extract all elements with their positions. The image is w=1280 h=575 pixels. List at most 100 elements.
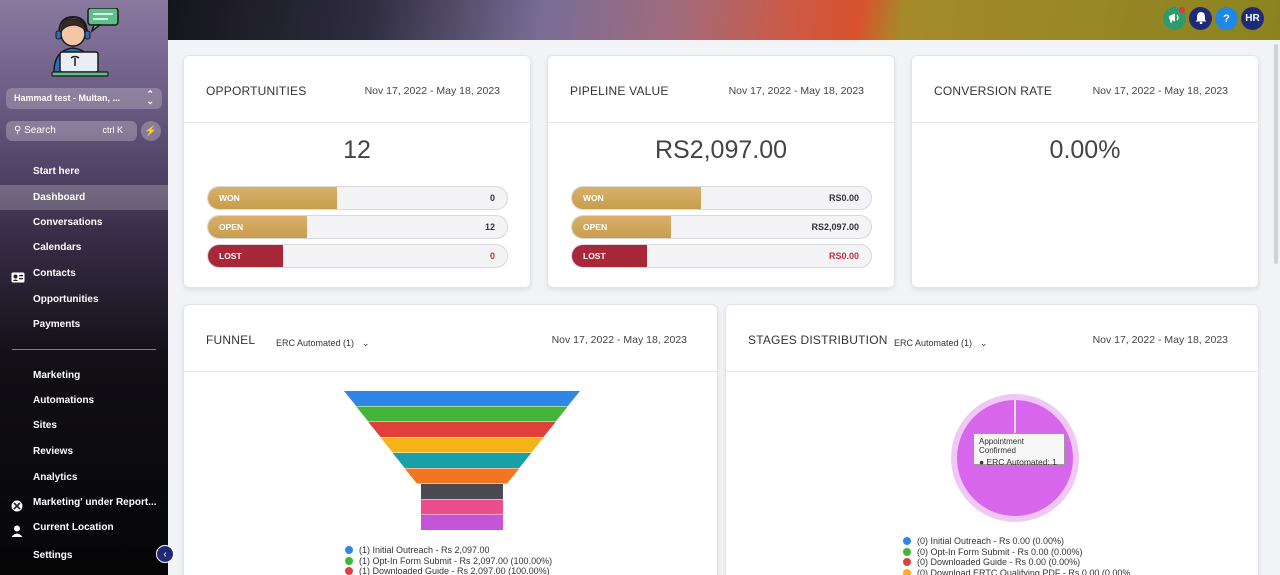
pipeline-select[interactable]: ERC Automated (1) ⌄	[276, 338, 370, 349]
help-icon: ?	[1223, 12, 1230, 25]
card-title: PIPELINE VALUE	[570, 84, 669, 98]
date-range: Nov 17, 2022 - May 18, 2023	[551, 334, 687, 346]
legend-dot-icon	[345, 556, 353, 565]
sidebar-item-automations[interactable]: Automations	[0, 388, 168, 413]
sidebar-item-start-here[interactable]: Start here	[0, 159, 168, 184]
user-avatar[interactable]: HR	[1241, 7, 1264, 30]
legend-item[interactable]: (1) Initial Outreach - Rs 2,097.00	[345, 545, 552, 556]
legend-dot-icon	[345, 546, 353, 554]
sidebar-item-opportunities[interactable]: Opportunities	[0, 287, 168, 312]
sidebar-item-label: Sites	[33, 420, 57, 431]
sidebar: Hammad test - Multan, ... ⌃ ⌄ ⚲ Search ct…	[0, 0, 168, 575]
pipeline-select[interactable]: ERC Automated (1) ⌄	[894, 338, 988, 349]
funnel-layer[interactable]	[421, 484, 503, 499]
sidebar-item-reviews[interactable]: Reviews	[0, 439, 168, 464]
pipeline-value-card: PIPELINE VALUE Nov 17, 2022 - May 18, 20…	[547, 55, 895, 288]
collapse-sidebar-button[interactable]: ‹	[156, 545, 174, 563]
legend-item[interactable]: (1) Downloaded Guide - Rs 2,097.00 (100.…	[345, 566, 552, 575]
chevron-updown-icon: ⌃ ⌄	[146, 89, 154, 106]
agency-logo	[48, 7, 120, 78]
sidebar-item-dashboard[interactable]: Dashboard	[0, 185, 168, 210]
legend-item[interactable]: (0) Opt-In Form Submit - Rs 0.00 (0.00%)	[903, 547, 1130, 558]
account-name: Hammad test - Multan, ...	[14, 93, 121, 103]
avatar-initials: HR	[1245, 13, 1260, 24]
search-input[interactable]: ⚲ Search ctrl K	[6, 121, 137, 141]
won-bar: WON RS0.00	[571, 186, 872, 210]
megaphone-icon	[1168, 12, 1181, 26]
top-header: ? HR	[168, 0, 1280, 40]
quick-action-button[interactable]: ⚡	[141, 121, 161, 141]
open-bar: OPEN RS2,097.00	[571, 215, 872, 239]
sidebar-item-current-location[interactable]: Current Location	[0, 515, 168, 540]
conversion-rate-card: CONVERSION RATE Nov 17, 2022 - May 18, 2…	[911, 55, 1259, 288]
legend-dot-icon	[903, 547, 911, 556]
funnel-chart	[344, 391, 580, 530]
announcements-button[interactable]	[1163, 7, 1186, 30]
sidebar-item-label: Conversations	[33, 217, 103, 228]
legend-item[interactable]: (0) Downloaded Guide - Rs 0.00 (0.00%)	[903, 557, 1130, 568]
sidebar-item-label: Reviews	[33, 446, 74, 457]
sidebar-item-marketing-report[interactable]: Marketing' under Report...	[0, 490, 168, 515]
sidebar-item-analytics[interactable]: Analytics	[0, 465, 168, 490]
sidebar-item-label: Settings	[33, 550, 73, 561]
legend-dot-icon	[903, 568, 911, 575]
sidebar-item-label: Contacts	[33, 268, 76, 279]
contact-card-icon	[11, 268, 25, 283]
card-divider	[912, 122, 1258, 123]
date-range: Nov 17, 2022 - May 18, 2023	[1092, 85, 1228, 97]
xbox-logo-icon	[11, 497, 25, 512]
sidebar-item-payments[interactable]: Payments	[0, 312, 168, 337]
date-range: Nov 17, 2022 - May 18, 2023	[364, 85, 500, 97]
pipeline-total: RS2,097.00	[654, 136, 788, 164]
bar-value: RS2,097.00	[811, 222, 859, 232]
help-button[interactable]: ?	[1215, 7, 1238, 30]
opportunities-total: 12	[343, 136, 371, 164]
bell-icon	[1195, 11, 1207, 27]
sidebar-item-marketing[interactable]: Marketing	[0, 363, 168, 388]
sidebar-item-conversations[interactable]: Conversations	[0, 210, 168, 235]
tooltip-value: ● ERC Automated: 1	[979, 457, 1057, 467]
legend-item[interactable]: (0) Initial Outreach - Rs 0.00 (0.00%)	[903, 536, 1130, 547]
bar-label: OPEN	[219, 222, 244, 232]
legend-item[interactable]: (1) Opt-In Form Submit - Rs 2,097.00 (10…	[345, 556, 552, 567]
funnel-layer[interactable]	[421, 515, 503, 530]
legend-label: (0) Opt-In Form Submit - Rs 0.00 (0.00%)	[917, 546, 1083, 557]
sidebar-item-sites[interactable]: Sites	[0, 413, 168, 438]
bar-label: LOST	[219, 251, 242, 261]
sidebar-item-settings[interactable]: Settings	[0, 543, 168, 568]
open-bar: OPEN 12	[207, 215, 508, 239]
scrollbar[interactable]	[1274, 44, 1278, 264]
chevron-down-icon: ⌄	[980, 338, 988, 348]
opportunities-card: OPPORTUNITIES Nov 17, 2022 - May 18, 202…	[183, 55, 531, 288]
card-title: FUNNEL	[206, 333, 256, 347]
sidebar-item-label: Marketing	[33, 370, 81, 381]
tooltip-title: Appointment Confirmed	[979, 437, 1024, 455]
legend-label: (0) Download ERTC Qualifying PDF - Rs 0.…	[917, 567, 1131, 575]
funnel-layer[interactable]	[356, 406, 568, 422]
card-divider	[548, 122, 894, 123]
notifications-button[interactable]	[1189, 7, 1212, 30]
nav-divider	[12, 349, 156, 350]
chevron-down-icon: ⌄	[362, 338, 370, 348]
account-switcher[interactable]: Hammad test - Multan, ... ⌃ ⌄	[6, 88, 162, 109]
funnel-layer[interactable]	[344, 391, 580, 406]
card-title: STAGES DISTRIBUTION	[748, 333, 888, 347]
sidebar-item-label: Calendars	[33, 242, 82, 253]
legend-dot-icon	[903, 558, 911, 566]
date-range: Nov 17, 2022 - May 18, 2023	[1092, 334, 1228, 346]
funnel-card: FUNNEL ERC Automated (1) ⌄ Nov 17, 2022 -…	[183, 304, 718, 575]
funnel-layer[interactable]	[404, 468, 520, 484]
funnel-layer[interactable]	[368, 422, 556, 437]
funnel-layer[interactable]	[421, 499, 503, 515]
search-icon: ⚲	[14, 125, 22, 136]
sidebar-item-contacts[interactable]: Contacts	[0, 261, 168, 286]
funnel-layer[interactable]	[380, 437, 544, 453]
stages-legend: (0) Initial Outreach - Rs 0.00 (0.00%) (0…	[903, 536, 1130, 575]
bar-label: OPEN	[583, 222, 608, 232]
legend-label: (0) Downloaded Guide - Rs 0.00 (0.00%)	[917, 557, 1081, 567]
legend-item[interactable]: (0) Download ERTC Qualifying PDF - Rs 0.…	[903, 568, 1130, 575]
bar-label: WON	[583, 193, 604, 203]
bar-value: RS0.00	[828, 193, 859, 203]
funnel-layer[interactable]	[392, 453, 532, 468]
sidebar-item-calendars[interactable]: Calendars	[0, 235, 168, 260]
